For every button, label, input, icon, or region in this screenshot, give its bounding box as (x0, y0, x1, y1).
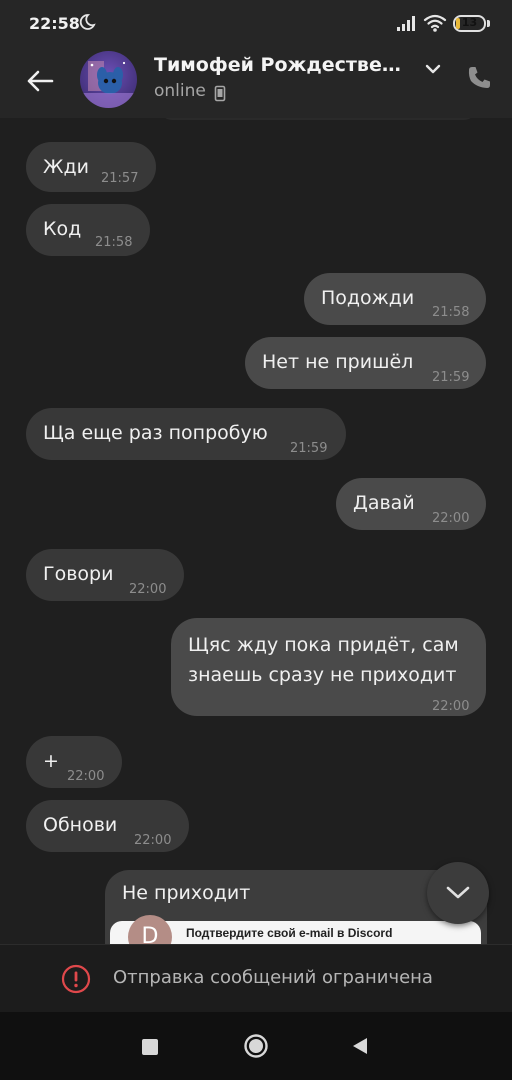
cellular-signal-icon (397, 16, 415, 31)
home-button[interactable] (243, 1033, 269, 1059)
battery-tip (487, 20, 490, 27)
message-text: Давай (353, 492, 415, 514)
message-time: 22:00 (67, 769, 105, 784)
message-bubble[interactable]: Код 21:58 (26, 204, 150, 256)
message-text: Нет не пришёл (262, 351, 414, 373)
message-text: Говори (43, 563, 114, 585)
avatar-image (80, 51, 137, 108)
message-time: 21:57 (101, 171, 139, 186)
alert-circle-icon (61, 964, 91, 994)
mobile-device-icon (214, 85, 226, 102)
message-text: Обнови (43, 814, 118, 836)
chevron-down-icon (446, 886, 470, 899)
preview-caption: Подтвердите свой e-mail в Discord (186, 926, 393, 940)
message-text: Ща еще раз попробую (43, 422, 268, 444)
message-time: 22:00 (129, 582, 167, 597)
message-bubble[interactable]: Жди 21:57 (26, 142, 156, 192)
system-navigation-bar (0, 1012, 512, 1080)
message-text: + (43, 750, 59, 772)
chevron-down-icon[interactable] (422, 58, 444, 80)
arrow-left-icon (27, 70, 54, 92)
contact-name[interactable]: Тимофей Рождествен… (154, 54, 412, 76)
back-button[interactable] (20, 61, 60, 101)
message-bubble[interactable]: Подожди 21:58 (304, 273, 486, 325)
phone-call-icon[interactable] (464, 63, 494, 93)
message-list[interactable]: Жди 21:57 Код 21:58 Подожди 21:58 Нет не… (0, 118, 512, 944)
message-text: Жди (43, 156, 89, 178)
contact-status: online (154, 81, 206, 101)
message-time: 21:58 (432, 305, 470, 320)
message-text: Код (43, 218, 82, 240)
do-not-disturb-icon (79, 14, 96, 30)
wifi-icon (423, 14, 447, 32)
message-bubble[interactable]: Обнови 22:00 (26, 800, 189, 852)
message-bubble[interactable]: Щяс жду пока придёт, сам знаешь сразу не… (171, 618, 486, 716)
recents-button[interactable] (142, 1039, 158, 1055)
restriction-text: Отправка сообщений ограничена (113, 967, 433, 988)
message-bubble[interactable]: Ща еще раз попробую 21:59 (26, 408, 346, 460)
message-bubble[interactable]: + 22:00 (26, 736, 122, 788)
restriction-banner: Отправка сообщений ограничена (0, 944, 512, 1012)
message-time: 21:59 (432, 370, 470, 385)
scroll-to-bottom-button[interactable] (427, 862, 489, 924)
message-bubble[interactable]: Говори 22:00 (26, 549, 184, 601)
chat-header: Тимофей Рождествен… online (0, 50, 512, 118)
message-time: 21:58 (95, 235, 133, 250)
message-time: 22:00 (432, 511, 470, 526)
message-time: 22:00 (134, 833, 172, 848)
message-text: Щяс жду пока придёт, сам знаешь сразу не… (188, 634, 459, 686)
message-text: Подожди (321, 287, 415, 309)
message-bubble[interactable]: Нет не пришёл 21:59 (245, 337, 486, 389)
back-triangle-icon[interactable] (351, 1036, 369, 1056)
message-time: 21:59 (290, 441, 328, 456)
message-time: 22:00 (432, 699, 470, 714)
status-bar: 22:58 13 (0, 0, 512, 50)
message-bubble[interactable]: Давай 22:00 (336, 478, 486, 530)
image-preview[interactable]: D Подтвердите свой e-mail в Discord (110, 915, 481, 944)
preview-avatar: D (128, 915, 172, 944)
battery-icon: 13 (453, 15, 486, 32)
contact-avatar[interactable] (80, 51, 137, 108)
status-time: 22:58 (29, 14, 80, 33)
message-text: Не приходит (122, 882, 251, 904)
battery-level: 13 (461, 16, 478, 29)
previous-message-edge (160, 118, 476, 120)
